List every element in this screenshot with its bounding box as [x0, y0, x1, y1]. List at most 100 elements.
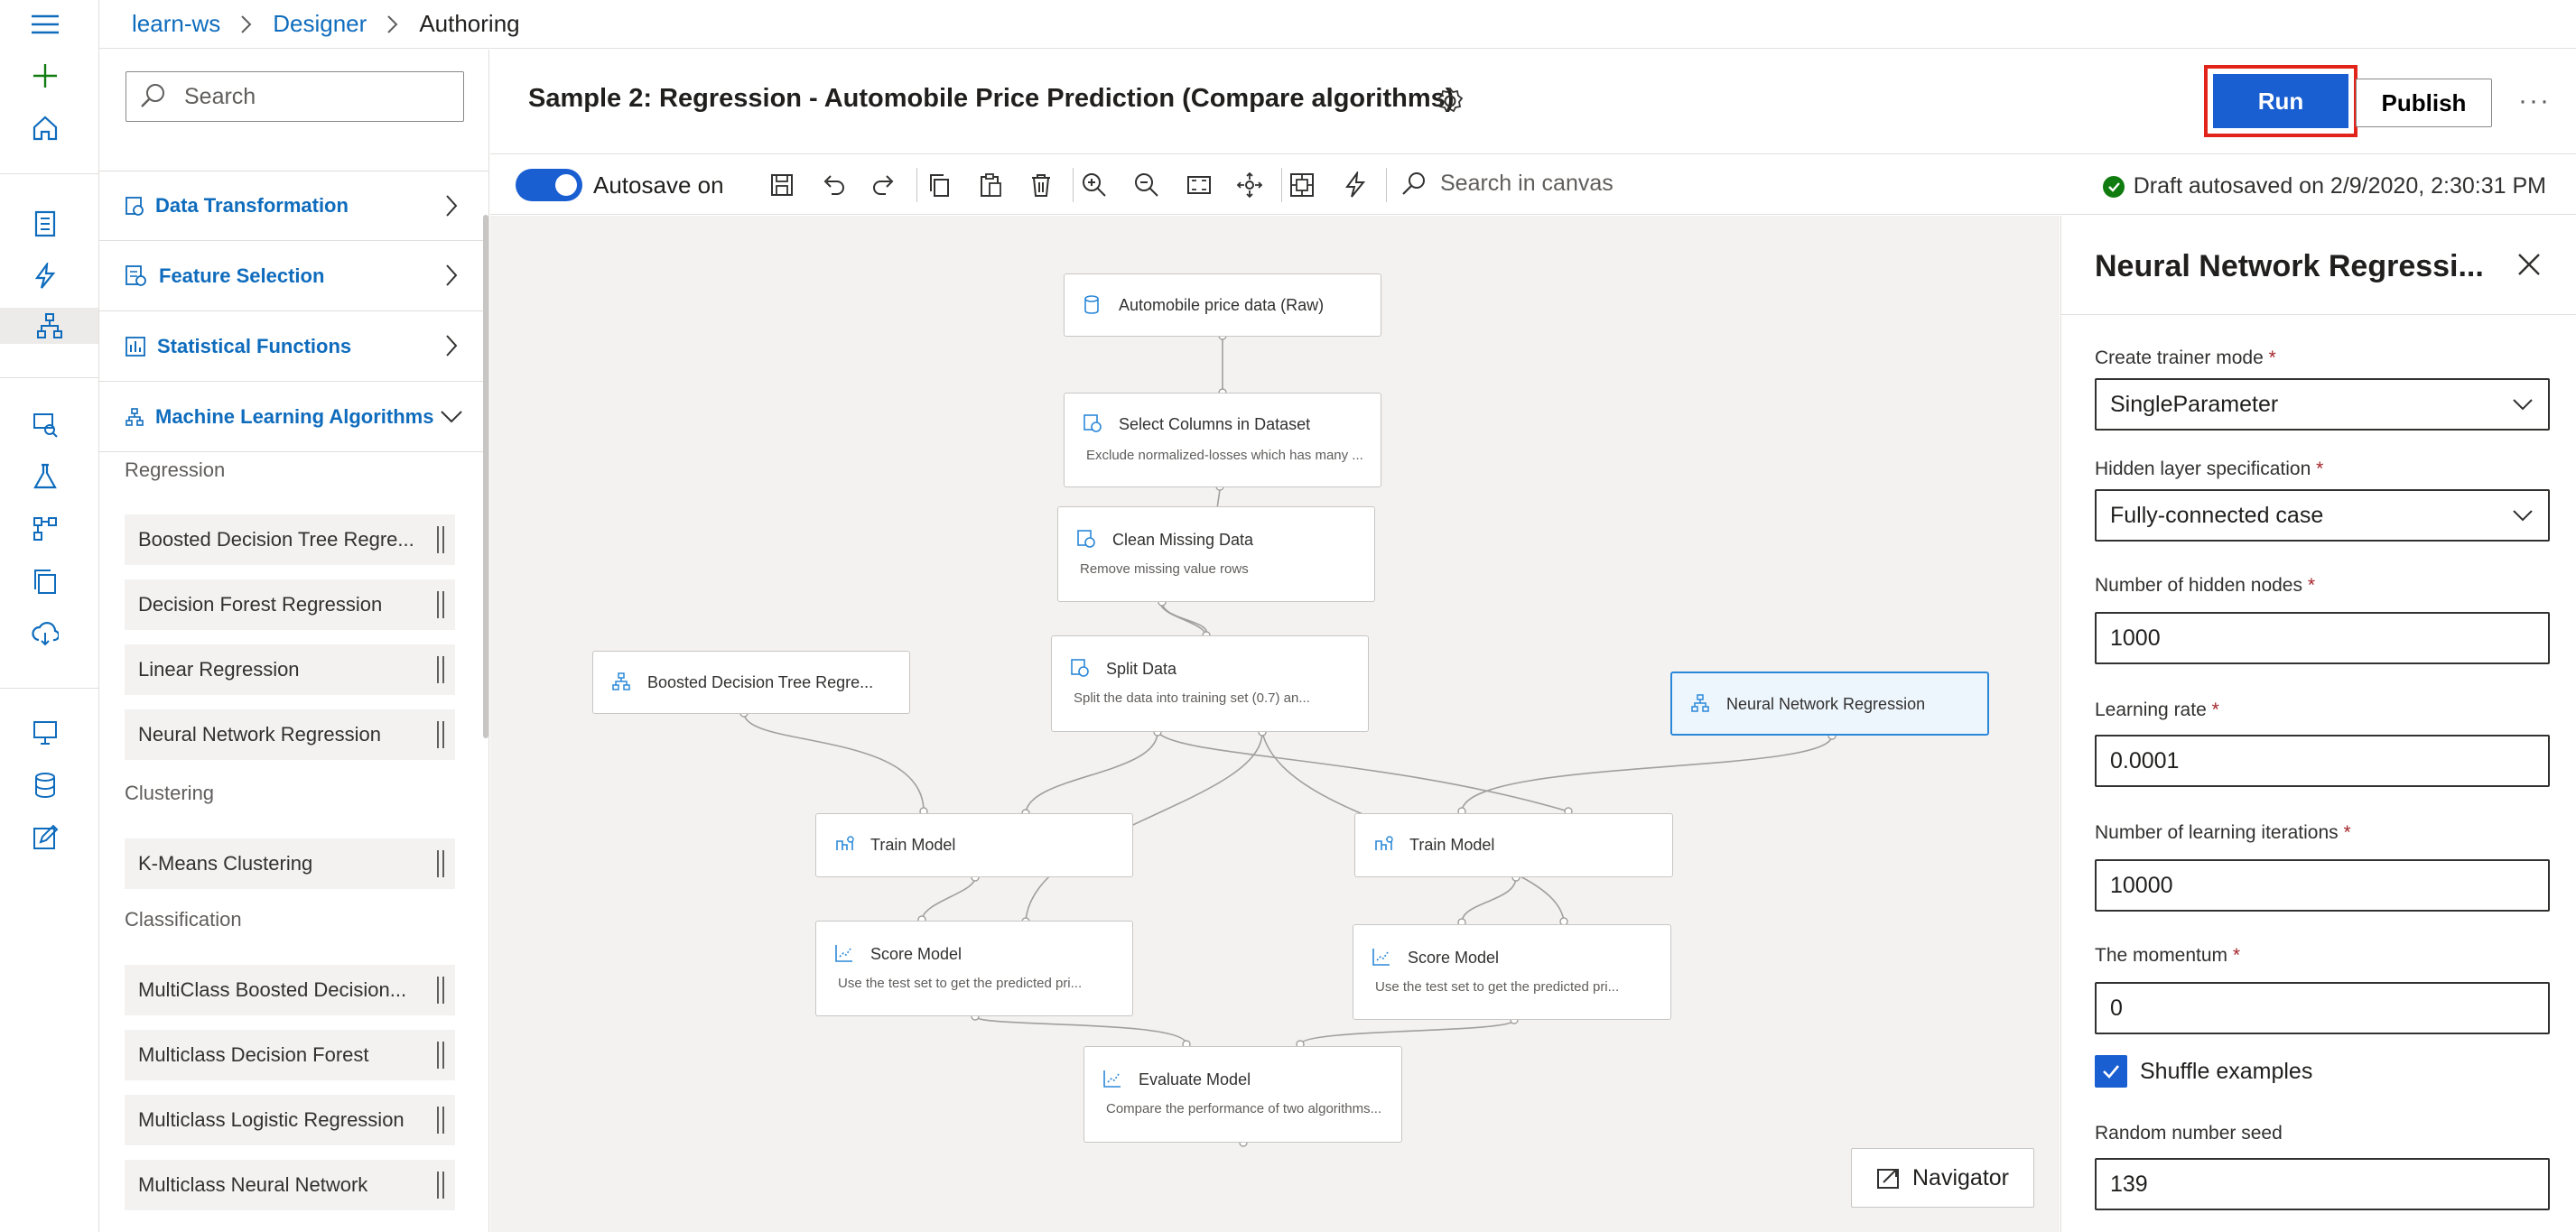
- drag-handle-icon[interactable]: [437, 656, 444, 683]
- chevron-right-icon: [446, 264, 458, 286]
- publish-button[interactable]: Publish: [2356, 79, 2492, 127]
- zoom-in-icon[interactable]: [1079, 170, 1110, 200]
- drag-handle-icon[interactable]: [437, 850, 444, 877]
- node-boosted-decision-tree[interactable]: Boosted Decision Tree Regre...: [592, 651, 910, 714]
- plus-icon[interactable]: [27, 58, 63, 94]
- search-icon: [141, 84, 164, 107]
- dataset-icon: [1084, 295, 1099, 314]
- drag-handle-icon[interactable]: [437, 1042, 444, 1069]
- node-select-columns[interactable]: Select Columns in Dataset Exclude normal…: [1064, 393, 1381, 487]
- hidden-layer-dropdown[interactable]: Fully-connected case: [2095, 489, 2550, 542]
- hidden-nodes-input[interactable]: 1000: [2095, 612, 2550, 664]
- compute-icon[interactable]: [27, 715, 63, 751]
- datasets-icon[interactable]: [27, 406, 63, 442]
- iterations-input[interactable]: 10000: [2095, 859, 2550, 912]
- module-item[interactable]: Multiclass Logistic Regression: [125, 1095, 455, 1145]
- module-item[interactable]: MultiClass Boosted Decision...: [125, 965, 455, 1015]
- hamburger-menu-icon[interactable]: [27, 6, 63, 42]
- navigator-button[interactable]: Navigator: [1851, 1148, 2034, 1208]
- pipelines-icon[interactable]: [27, 511, 63, 547]
- paste-icon[interactable]: [975, 170, 1006, 200]
- drag-handle-icon[interactable]: [437, 526, 444, 553]
- datastores-icon[interactable]: [27, 767, 63, 803]
- gear-icon[interactable]: [1435, 86, 1465, 116]
- field-label: Number of hidden nodes *: [2095, 575, 2316, 596]
- node-description: Split the data into training set (0.7) a…: [1074, 690, 1310, 706]
- module-item[interactable]: Decision Forest Regression: [125, 579, 455, 630]
- more-options-button[interactable]: ···: [2518, 86, 2551, 116]
- designer-icon[interactable]: [0, 308, 98, 344]
- feature-selection-icon: [126, 264, 146, 286]
- node-automobile-price-data[interactable]: Automobile price data (Raw): [1064, 273, 1381, 337]
- chevron-down-icon: [2513, 510, 2533, 522]
- endpoints-icon[interactable]: [27, 616, 63, 652]
- search-icon: [1402, 172, 1425, 195]
- pipeline-canvas[interactable]: Automobile price data (Raw) Select Colum…: [490, 216, 2060, 1232]
- palette-search-input[interactable]: Search: [126, 71, 464, 122]
- shuffle-checkbox[interactable]: [2095, 1055, 2127, 1088]
- undo-icon[interactable]: [818, 170, 849, 200]
- palette-scrollbar[interactable]: [483, 215, 488, 738]
- module-item[interactable]: Boosted Decision Tree Regre...: [125, 514, 455, 565]
- drag-handle-icon[interactable]: [437, 721, 444, 748]
- experiments-icon[interactable]: [27, 459, 63, 495]
- module-item[interactable]: Neural Network Regression: [125, 709, 455, 760]
- module-item[interactable]: Multiclass Neural Network: [125, 1160, 455, 1210]
- node-train-model-1[interactable]: Train Model: [815, 813, 1133, 877]
- category-label: Machine Learning Algorithms: [155, 404, 434, 428]
- auto-layout-icon[interactable]: [1287, 170, 1317, 200]
- category-machine-learning-algorithms[interactable]: Machine Learning Algorithms: [99, 382, 488, 452]
- category-feature-selection[interactable]: Feature Selection: [99, 241, 488, 311]
- node-split-data[interactable]: Split Data Split the data into training …: [1051, 635, 1369, 732]
- notebook-icon[interactable]: [27, 206, 63, 242]
- drag-handle-icon[interactable]: [437, 1172, 444, 1199]
- models-icon[interactable]: [27, 563, 63, 599]
- autosave-toggle[interactable]: [516, 169, 582, 201]
- delete-icon[interactable]: [1026, 170, 1056, 200]
- module-item[interactable]: Linear Regression: [125, 644, 455, 695]
- data-labeling-icon[interactable]: [27, 820, 63, 856]
- node-train-model-2[interactable]: Train Model: [1354, 813, 1673, 877]
- random-seed-input[interactable]: 139: [2095, 1158, 2550, 1210]
- module-label: Neural Network Regression: [138, 723, 381, 746]
- zoom-out-icon[interactable]: [1131, 170, 1162, 200]
- canvas-search-input[interactable]: Search in canvas: [1400, 170, 1613, 197]
- node-score-model-2[interactable]: Score Model Use the test set to get the …: [1353, 924, 1671, 1020]
- node-clean-missing-data[interactable]: Clean Missing Data Remove missing value …: [1057, 506, 1375, 602]
- home-icon[interactable]: [27, 110, 63, 146]
- checkmark-icon: [2103, 1065, 2119, 1079]
- node-score-model-1[interactable]: Score Model Use the test set to get the …: [815, 921, 1133, 1016]
- node-evaluate-model[interactable]: Evaluate Model Compare the performance o…: [1083, 1046, 1402, 1143]
- fit-to-screen-icon[interactable]: [1184, 170, 1214, 200]
- node-neural-network-regression[interactable]: Neural Network Regression: [1670, 672, 1989, 736]
- redo-icon[interactable]: [869, 170, 899, 200]
- drag-handle-icon[interactable]: [437, 591, 444, 618]
- run-button-highlight: Run: [2204, 65, 2357, 137]
- breadcrumb-designer-link[interactable]: Designer: [273, 10, 367, 38]
- breadcrumb-workspace-link[interactable]: learn-ws: [132, 10, 220, 38]
- breadcrumb-current: Authoring: [419, 10, 520, 37]
- copy-icon[interactable]: [924, 170, 954, 200]
- module-item[interactable]: K-Means Clustering: [125, 838, 455, 889]
- lightning-icon[interactable]: [1339, 170, 1370, 200]
- module-label: Multiclass Decision Forest: [138, 1043, 369, 1066]
- module-palette: Search Data Transformation Feature Selec…: [99, 50, 489, 1232]
- group-heading-regression: Regression: [125, 459, 226, 481]
- node-description: Remove missing value rows: [1080, 561, 1249, 577]
- evaluate-model-icon: [1103, 1070, 1121, 1088]
- dropdown-value: Fully-connected case: [2110, 502, 2324, 528]
- trainer-mode-dropdown[interactable]: SingleParameter: [2095, 378, 2550, 431]
- pan-icon[interactable]: [1234, 170, 1265, 200]
- run-button[interactable]: Run: [2213, 74, 2348, 128]
- category-data-transformation[interactable]: Data Transformation: [99, 171, 488, 241]
- learning-rate-input[interactable]: 0.0001: [2095, 735, 2550, 787]
- drag-handle-icon[interactable]: [437, 977, 444, 1004]
- drag-handle-icon[interactable]: [437, 1107, 444, 1134]
- save-icon[interactable]: [767, 170, 797, 200]
- momentum-input[interactable]: 0: [2095, 982, 2550, 1034]
- ml-algorithms-icon: [612, 672, 630, 690]
- close-icon[interactable]: [2516, 251, 2543, 278]
- automl-icon[interactable]: [27, 258, 63, 294]
- module-item[interactable]: Multiclass Decision Forest: [125, 1030, 455, 1080]
- category-statistical-functions[interactable]: Statistical Functions: [99, 311, 488, 382]
